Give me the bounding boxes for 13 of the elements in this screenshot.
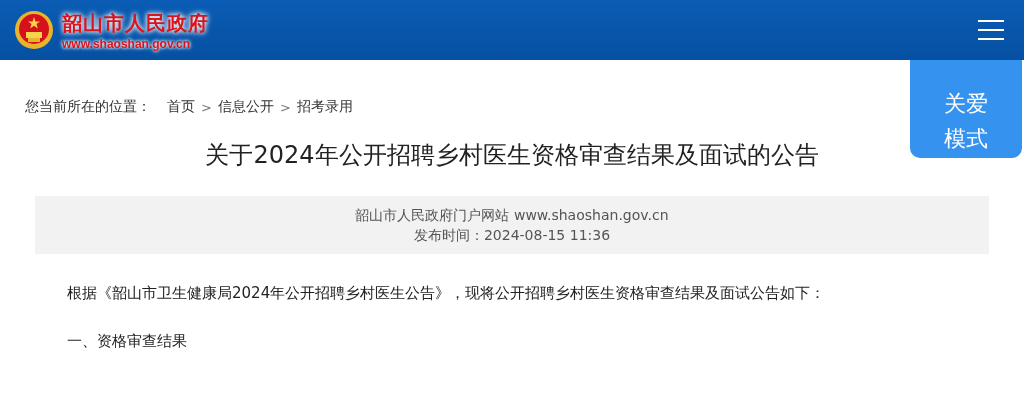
article-paragraph: 一、资格审查结果 [67,331,188,352]
breadcrumb-link[interactable]: 招考录用 [296,98,353,116]
article-paragraph: 根据《韶山市卫生健康局2024年公开招聘乡村医生公告》，现将公开招聘乡村医生资格审查结果及面试公告如下： [67,283,827,304]
breadcrumb-label: 您当前所在的位置： [25,98,151,116]
menu-icon[interactable] [978,19,1004,41]
article-title: 关于2024年公开招聘乡村医生资格审查结果及面试的公告 [205,140,819,171]
breadcrumb-separator: > [201,99,212,115]
article-source: 韶山市人民政府门户网站 www.shaoshan.gov.cn [355,206,669,225]
publish-time: 发布时间：2024-08-15 11:36 [413,226,611,245]
breadcrumb-link[interactable]: 信息公开 [217,98,274,116]
emblem-icon [14,10,54,50]
breadcrumb-link[interactable]: 首页 [167,98,195,116]
breadcrumb-separator: > [279,99,291,115]
